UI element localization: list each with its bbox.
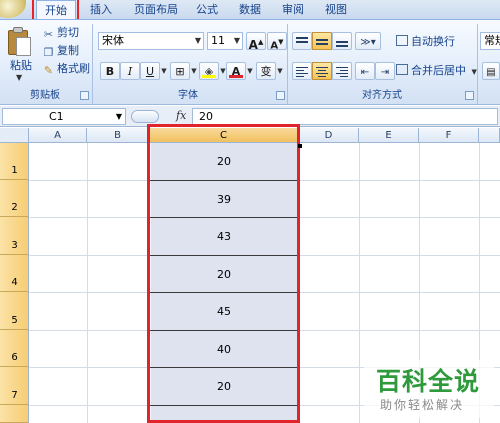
- insert-function-icon[interactable]: fx: [176, 109, 186, 122]
- row-header-1[interactable]: 1: [0, 143, 29, 180]
- tab-formulas[interactable]: 公式: [190, 0, 224, 19]
- column-header-e[interactable]: E: [359, 128, 419, 143]
- merge-center-button[interactable]: 合并后居中 ▼: [396, 63, 477, 79]
- italic-button[interactable]: I: [120, 62, 140, 80]
- fill-color-button[interactable]: ◈: [199, 62, 219, 80]
- font-group-label: 字体: [178, 90, 198, 101]
- phonetic-dropdown-icon[interactable]: ▼: [276, 62, 284, 80]
- fill-handle[interactable]: [298, 144, 302, 148]
- font-color-swatch: [229, 75, 243, 78]
- align-left-button[interactable]: [292, 62, 312, 80]
- column-header-a[interactable]: A: [29, 128, 87, 143]
- ribbon-tab-strip: 开始 插入 页面布局 公式 数据 审阅 视图: [0, 0, 500, 22]
- tab-review[interactable]: 审阅: [276, 0, 310, 19]
- font-color-dropdown-icon[interactable]: ▼: [246, 62, 254, 80]
- font-size-combo[interactable]: 11 ▼: [207, 32, 243, 50]
- bold-button[interactable]: B: [100, 62, 120, 80]
- row-header-partial[interactable]: [0, 405, 29, 423]
- tab-data[interactable]: 数据: [233, 0, 267, 19]
- ribbon-home: 粘贴 ▼ ✂ 剪切 ❐ 复制 ✎ 格式刷 剪贴板 宋体 ▼ 11 ▼ A▲ A▼ B: [0, 19, 500, 105]
- currency-format-button[interactable]: ▤: [482, 62, 500, 80]
- paste-dropdown-icon[interactable]: ▼: [16, 73, 22, 82]
- wrap-text-button[interactable]: 自动换行: [396, 34, 455, 50]
- watermark: 百科全说 助你轻松解决: [364, 360, 494, 418]
- wrap-text-icon: [396, 35, 408, 46]
- align-center-button[interactable]: [312, 62, 332, 80]
- orientation-button[interactable]: ≫▾: [355, 32, 381, 50]
- row-header-3[interactable]: 3: [0, 217, 29, 255]
- cut-label: 剪切: [57, 26, 79, 39]
- highlight-outline-column-c: [147, 124, 300, 423]
- name-box[interactable]: C1 ▼: [2, 108, 126, 125]
- cut-button[interactable]: ✂ 剪切: [42, 25, 79, 41]
- borders-icon: ⊞: [175, 65, 185, 78]
- decrease-indent-button[interactable]: ⇤: [355, 62, 375, 80]
- outdent-icon: ⇤: [360, 67, 370, 78]
- select-all-corner[interactable]: [0, 128, 29, 143]
- row-header-5[interactable]: 5: [0, 292, 29, 330]
- formula-input[interactable]: 20: [192, 108, 498, 125]
- chevron-down-icon[interactable]: ▼: [234, 33, 240, 49]
- column-header-b[interactable]: B: [87, 128, 149, 143]
- format-painter-label: 格式刷: [57, 62, 90, 75]
- indent-icon: ⇥: [380, 67, 390, 78]
- office-button[interactable]: [0, 0, 26, 18]
- paste-button[interactable]: [6, 27, 32, 57]
- font-color-button[interactable]: A: [226, 62, 246, 80]
- clipboard-group-label: 剪贴板: [30, 90, 60, 101]
- format-painter-button[interactable]: ✎ 格式刷: [42, 61, 90, 77]
- alignment-group-label: 对齐方式: [362, 90, 402, 101]
- font-size-value: 11: [211, 34, 225, 47]
- formula-bar-divider-handle[interactable]: [131, 110, 159, 123]
- row-header-6[interactable]: 6: [0, 330, 29, 367]
- tab-view[interactable]: 视图: [319, 0, 353, 19]
- fill-color-swatch: [202, 75, 216, 78]
- row-header-4[interactable]: 4: [0, 255, 29, 292]
- align-bottom-button[interactable]: [332, 32, 352, 50]
- merge-cells-icon: [396, 64, 408, 75]
- copy-label: 复制: [57, 44, 79, 57]
- row-header-7[interactable]: 7: [0, 367, 29, 405]
- row-header-2[interactable]: 2: [0, 180, 29, 217]
- paintbrush-icon: ✎: [43, 64, 54, 77]
- increase-indent-button[interactable]: ⇥: [375, 62, 395, 80]
- tab-page-layout[interactable]: 页面布局: [128, 0, 184, 19]
- borders-button[interactable]: ⊞: [170, 62, 190, 80]
- align-right-button[interactable]: [332, 62, 352, 80]
- column-header-partial[interactable]: [479, 128, 500, 143]
- number-format-combo[interactable]: 常规: [480, 32, 500, 50]
- watermark-slogan: 助你轻松解决: [380, 398, 465, 412]
- borders-dropdown-icon[interactable]: ▼: [190, 62, 198, 80]
- column-header-f[interactable]: F: [419, 128, 479, 143]
- shrink-font-button[interactable]: A▼: [267, 32, 287, 51]
- currency-icon: ▤: [486, 67, 496, 78]
- chevron-down-icon[interactable]: ▼: [195, 33, 201, 49]
- align-top-button[interactable]: [292, 32, 312, 50]
- phonetic-button[interactable]: 变: [256, 62, 276, 80]
- align-middle-button[interactable]: [312, 32, 332, 50]
- grow-font-button[interactable]: A▲: [246, 32, 266, 52]
- paste-label[interactable]: 粘贴: [10, 57, 32, 73]
- font-dialog-launcher-icon[interactable]: [276, 91, 285, 100]
- chevron-down-icon[interactable]: ▼: [116, 109, 122, 124]
- font-name-value: 宋体: [102, 34, 124, 47]
- text-angle-icon: ≫▾: [360, 37, 376, 48]
- name-box-value: C1: [49, 110, 64, 123]
- column-header-d[interactable]: D: [299, 128, 359, 143]
- tab-insert[interactable]: 插入: [84, 0, 118, 19]
- underline-dropdown-icon[interactable]: ▼: [160, 62, 168, 80]
- alignment-dialog-launcher-icon[interactable]: [465, 91, 474, 100]
- underline-button[interactable]: U: [140, 62, 160, 80]
- copy-icon: ❐: [43, 46, 54, 59]
- font-name-combo[interactable]: 宋体 ▼: [98, 32, 204, 50]
- scissors-icon: ✂: [43, 28, 54, 41]
- clipboard-dialog-launcher-icon[interactable]: [80, 91, 89, 100]
- watermark-logo: 百科全说: [376, 367, 481, 396]
- copy-button[interactable]: ❐ 复制: [42, 43, 79, 59]
